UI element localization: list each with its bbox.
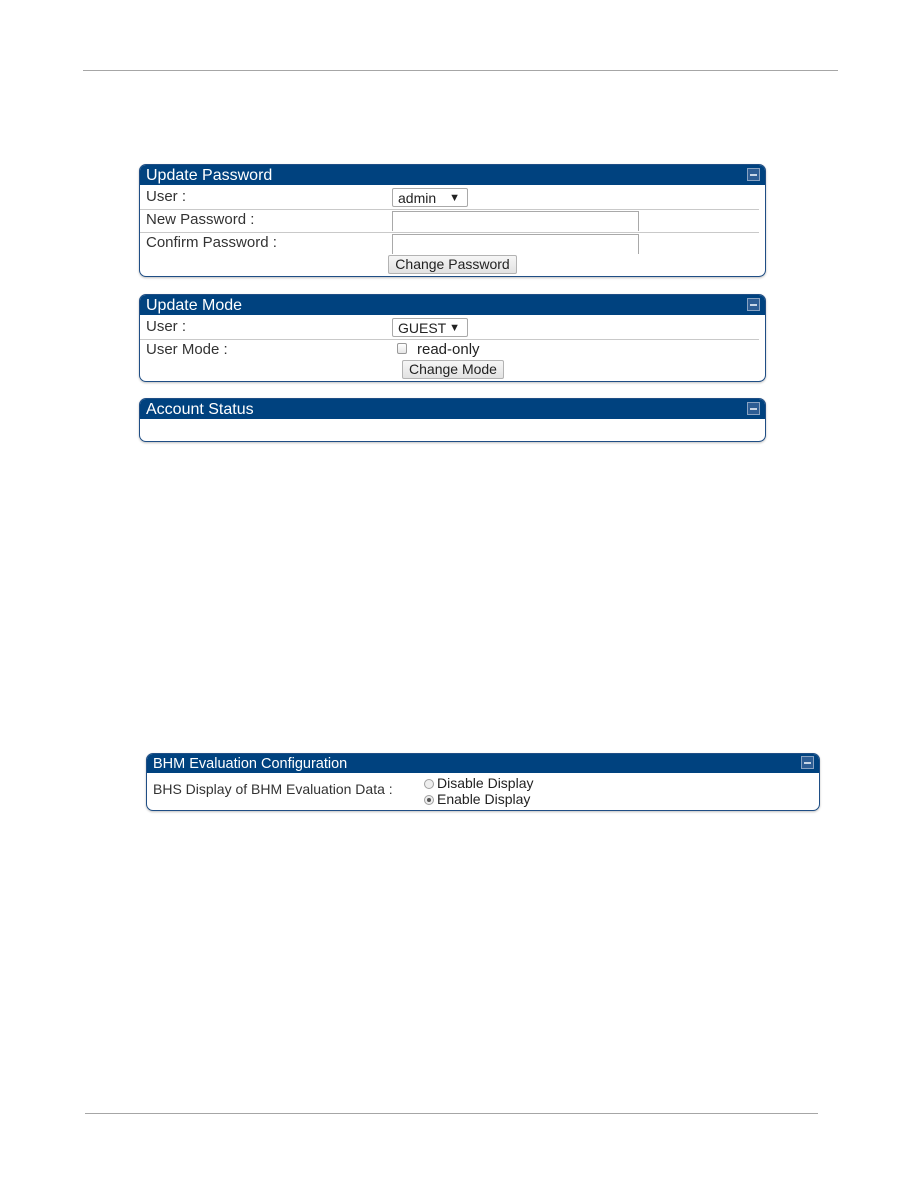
disable-display-label: Disable Display [437, 775, 534, 791]
chevron-down-icon: ▼ [449, 192, 460, 204]
panel-title: Update Password [146, 167, 273, 184]
disable-display-radio[interactable] [424, 779, 434, 789]
collapse-icon[interactable] [747, 402, 760, 415]
panel-title: Update Mode [146, 297, 243, 314]
confirm-password-label: Confirm Password : [146, 234, 277, 251]
update-mode-header: Update Mode [140, 295, 765, 315]
user-select[interactable]: GUEST ▼ [392, 318, 468, 337]
collapse-icon[interactable] [801, 756, 814, 769]
collapse-icon[interactable] [747, 298, 760, 311]
new-password-label: New Password : [146, 211, 255, 228]
user-select-value: admin [398, 190, 437, 206]
collapse-icon[interactable] [747, 168, 760, 181]
user-label: User : [146, 318, 187, 335]
update-password-panel: Update Password User : admin ▼ New Passw… [139, 164, 766, 277]
enable-display-radio[interactable] [424, 795, 434, 805]
bhm-evaluation-panel: BHM Evaluation Configuration BHS Display… [146, 753, 820, 811]
update-password-header: Update Password [140, 165, 765, 185]
user-label: User : [146, 188, 187, 205]
header-rule [83, 70, 838, 71]
footer-rule [85, 1113, 818, 1114]
update-mode-panel: Update Mode User : GUEST ▼ User Mode : r… [139, 294, 766, 382]
read-only-label: read-only [417, 341, 480, 358]
user-select[interactable]: admin ▼ [392, 188, 468, 207]
account-status-header: Account Status [140, 399, 765, 419]
user-mode-label: User Mode : [146, 341, 228, 358]
new-password-input[interactable] [392, 211, 639, 231]
user-select-value: GUEST [398, 320, 447, 336]
panel-title: BHM Evaluation Configuration [153, 756, 348, 772]
bhs-display-label: BHS Display of BHM Evaluation Data : [153, 781, 393, 797]
chevron-down-icon: ▼ [449, 322, 460, 334]
confirm-password-input[interactable] [392, 234, 639, 254]
change-mode-button[interactable]: Change Mode [402, 360, 504, 379]
read-only-checkbox[interactable] [397, 343, 407, 354]
enable-display-label: Enable Display [437, 791, 531, 807]
account-status-panel: Account Status [139, 398, 766, 442]
bhm-evaluation-header: BHM Evaluation Configuration [147, 754, 819, 773]
change-password-button[interactable]: Change Password [388, 255, 517, 274]
panel-title: Account Status [146, 401, 254, 418]
